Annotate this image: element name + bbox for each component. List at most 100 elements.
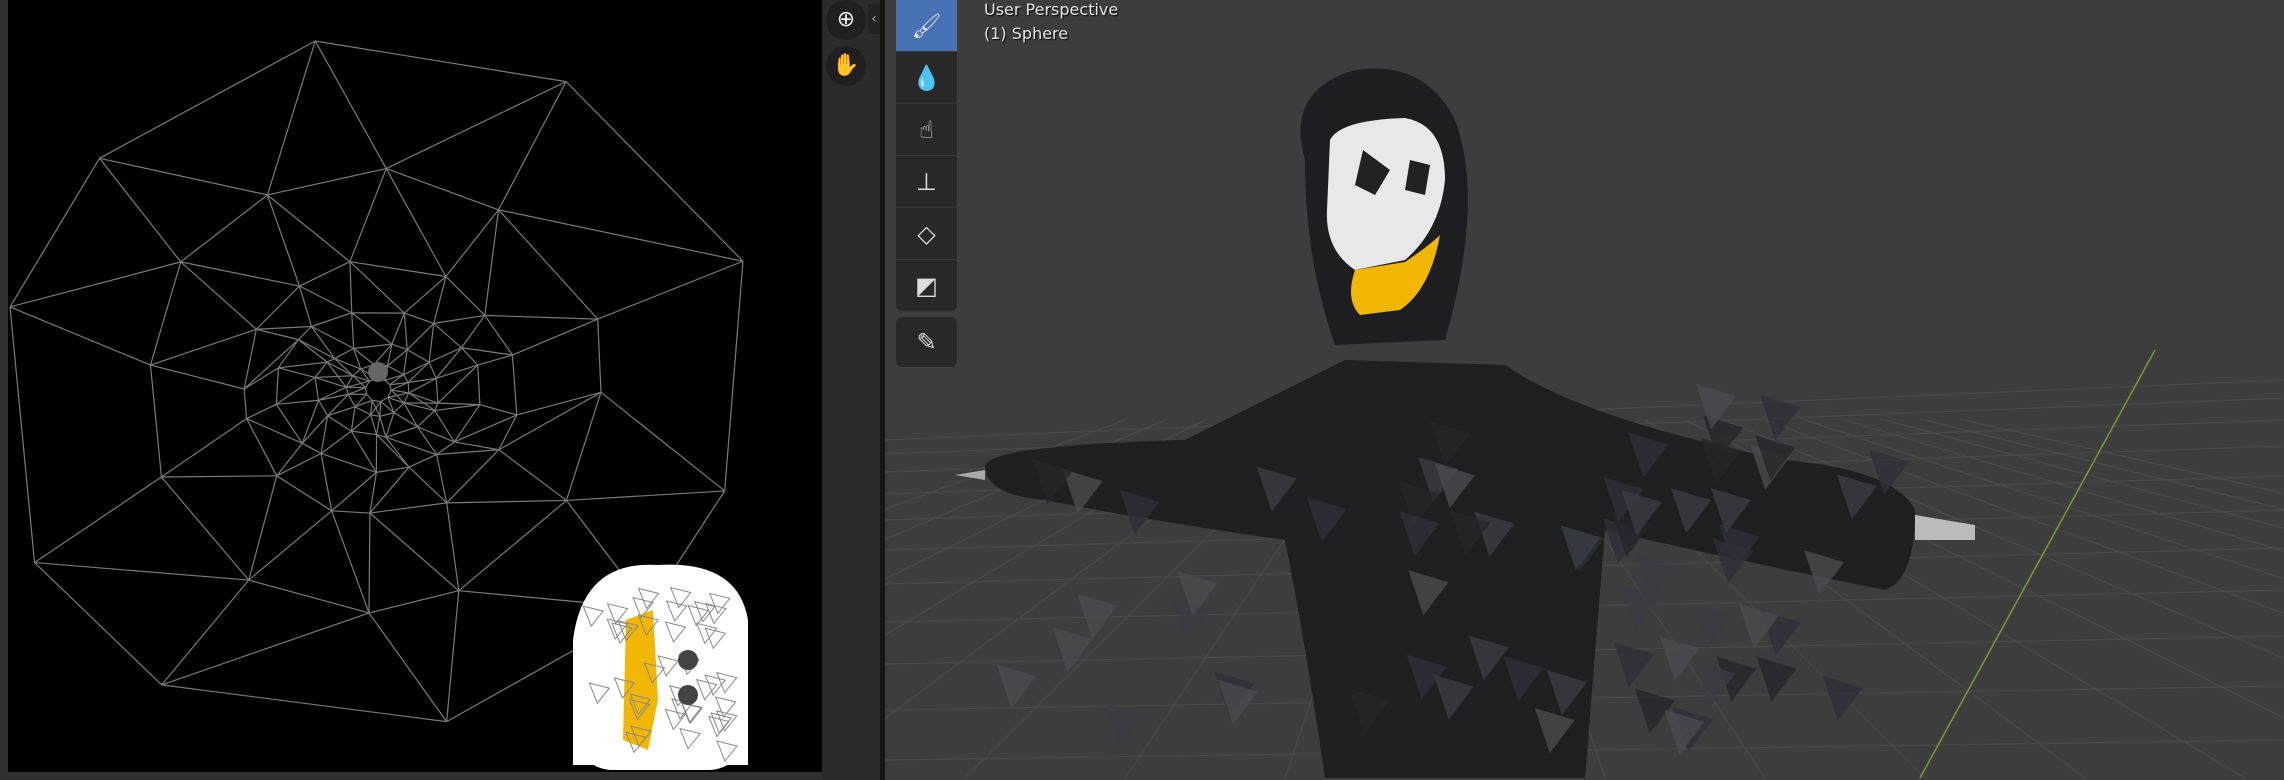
uv-edge xyxy=(484,209,500,316)
uv-edge xyxy=(314,376,347,388)
uv-edge xyxy=(417,410,436,428)
uv-edge xyxy=(345,387,349,395)
uv-edge xyxy=(299,261,351,287)
uv-edge xyxy=(301,400,320,444)
uv-edge xyxy=(161,418,247,478)
uv-edge xyxy=(326,358,335,363)
uv-edge xyxy=(437,402,480,406)
uv-edge xyxy=(314,361,328,378)
uv-edge xyxy=(498,209,744,262)
uv-edge xyxy=(348,387,366,395)
uv-edge xyxy=(277,339,299,369)
uv-edge xyxy=(298,285,313,327)
uv-edge xyxy=(350,406,356,432)
uv-edge xyxy=(597,260,744,320)
uv-edge xyxy=(276,452,322,477)
uv-edge xyxy=(311,325,354,349)
uv-edge xyxy=(327,415,352,432)
uv-edge xyxy=(404,312,435,324)
uv-edge xyxy=(403,361,430,376)
uv-edge xyxy=(276,475,332,512)
uv-edge xyxy=(351,430,377,436)
tool-shelf: 🖌 💧 ☝ ⊥ ◇ ◩ xyxy=(896,0,957,312)
uv-edge xyxy=(368,590,459,614)
uv-edge xyxy=(276,442,303,477)
uv-edge xyxy=(380,396,389,403)
uv-edge xyxy=(350,414,372,432)
uv-edge xyxy=(248,510,333,581)
uv-dense-cluster xyxy=(368,362,388,382)
uv-edge xyxy=(484,314,598,320)
uv-edge xyxy=(369,512,460,592)
uv-edge xyxy=(387,365,404,376)
uv-edge xyxy=(9,157,101,308)
uv-edge xyxy=(484,315,513,356)
uv-edge xyxy=(334,347,354,360)
hand-pan-icon[interactable]: ✋ xyxy=(826,46,866,86)
uv-edge xyxy=(384,374,404,381)
uv-edge xyxy=(161,475,277,478)
draw-brush-icon[interactable]: 🖌 xyxy=(896,0,957,52)
uv-editor[interactable] xyxy=(8,0,822,772)
uv-edge xyxy=(379,412,395,417)
uv-edge xyxy=(150,328,257,366)
uv-edge xyxy=(34,561,249,581)
uv-edge xyxy=(724,261,744,491)
uv-edge xyxy=(347,394,356,408)
uv-edge xyxy=(391,343,408,351)
uv-edge xyxy=(461,347,513,356)
uv-edge xyxy=(393,402,405,414)
object-label: (1) Sphere xyxy=(984,24,1069,43)
uv-edge xyxy=(267,194,351,263)
uv-edge xyxy=(267,167,387,196)
uv-edge xyxy=(161,684,447,723)
uv-edge xyxy=(180,261,257,330)
uv-edge xyxy=(311,326,336,359)
mask-icon[interactable]: ◩ xyxy=(896,260,957,312)
uv-edge xyxy=(403,392,410,404)
soften-icon[interactable]: 💧 xyxy=(896,52,957,104)
uv-edge xyxy=(566,490,725,502)
uv-edge xyxy=(403,313,408,350)
uv-edge xyxy=(349,261,353,313)
uv-edge xyxy=(408,453,437,468)
clone-stamp-icon[interactable]: ⊥ xyxy=(896,156,957,208)
uv-edge xyxy=(445,276,486,316)
uv-edge xyxy=(256,325,312,330)
uv-edge xyxy=(406,349,430,363)
uv-edge xyxy=(248,579,370,614)
uv-edge xyxy=(301,442,322,454)
uv-edge xyxy=(433,314,485,324)
uv-edge xyxy=(498,449,567,501)
uv-edge xyxy=(180,194,268,263)
uv-edge xyxy=(435,378,439,404)
uv-edge xyxy=(331,510,370,514)
uv-edge xyxy=(149,261,182,366)
uv-edge xyxy=(353,343,392,349)
uv-edge xyxy=(407,382,410,393)
smear-icon[interactable]: ☝ xyxy=(896,104,957,156)
uv-edge xyxy=(498,209,599,320)
uv-edge xyxy=(314,375,353,379)
uv-edge xyxy=(479,404,517,416)
uv-edge xyxy=(386,167,499,211)
uv-edge xyxy=(458,499,567,592)
uv-edge xyxy=(314,40,387,169)
uv-edge xyxy=(389,384,392,391)
annotate-pencil-icon[interactable]: ✎ xyxy=(896,317,957,367)
collapse-toolbar-button[interactable]: ‹ xyxy=(868,4,880,34)
3d-viewport[interactable]: 🖌 💧 ☝ ⊥ ◇ ◩ ✎ User Perspective (1) Spher… xyxy=(885,0,2284,780)
uv-edge xyxy=(311,312,352,328)
uv-edge xyxy=(320,452,377,473)
uv-edge xyxy=(391,312,405,345)
zoom-icon[interactable]: ⊕ xyxy=(826,0,866,40)
fill-icon[interactable]: ◇ xyxy=(896,208,957,260)
uv-edge xyxy=(403,374,409,383)
uv-edge xyxy=(326,361,347,388)
view-name: User Perspective xyxy=(984,0,1119,19)
uv-edge xyxy=(256,328,299,341)
uv-edge xyxy=(403,349,408,375)
uv-edge xyxy=(34,562,163,686)
uv-edge xyxy=(368,513,371,613)
uv-edge xyxy=(597,319,602,393)
